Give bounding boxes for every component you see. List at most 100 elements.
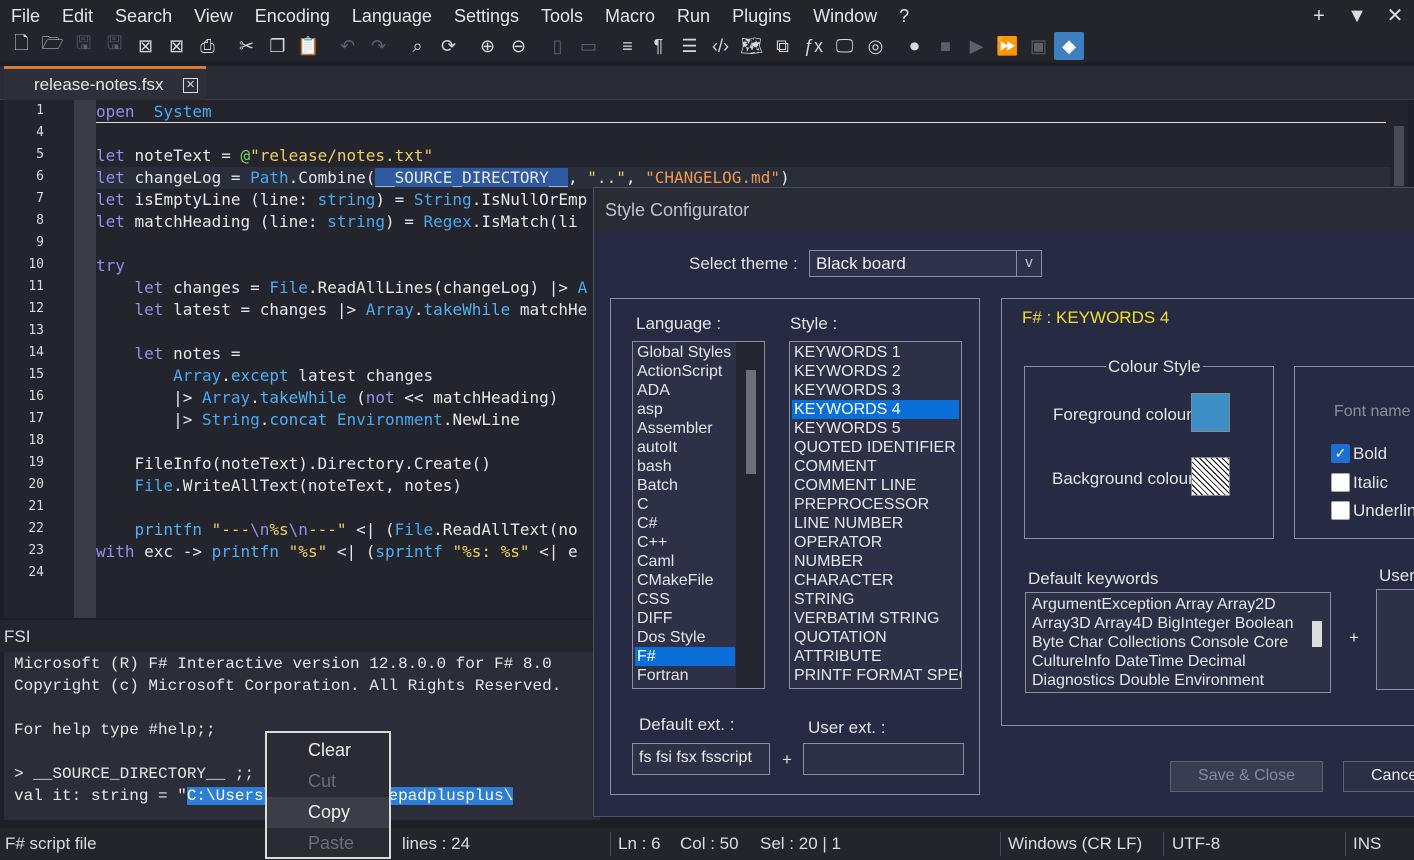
- xml-tag-icon[interactable]: ‹/›: [705, 32, 736, 60]
- language-list-item[interactable]: ActionScript: [635, 362, 735, 381]
- play-macro-icon[interactable]: ▶: [961, 32, 992, 60]
- record-macro-icon[interactable]: ⏺: [899, 32, 930, 60]
- context-menu-cut[interactable]: Cut: [267, 766, 389, 797]
- menu-item-edit[interactable]: Edit: [51, 0, 104, 32]
- style-list-item[interactable]: CHARACTER: [792, 571, 959, 590]
- new-file-icon[interactable]: 🗋: [6, 32, 37, 60]
- theme-select[interactable]: Black board v: [809, 250, 1042, 277]
- paste-icon[interactable]: 📋: [293, 32, 324, 60]
- language-list-item[interactable]: Batch: [635, 476, 735, 495]
- user-ext-field[interactable]: [803, 743, 964, 775]
- sync-horizontal-icon[interactable]: ▭: [573, 32, 604, 60]
- language-list-item[interactable]: DIFF: [635, 609, 735, 628]
- menu-item-language[interactable]: Language: [341, 0, 443, 32]
- language-list-item[interactable]: F#: [635, 647, 735, 666]
- stop-macro-icon[interactable]: ■: [930, 32, 961, 60]
- language-list-item[interactable]: ADA: [635, 381, 735, 400]
- open-file-icon[interactable]: 🗁: [37, 32, 68, 60]
- print-icon[interactable]: ⎙: [192, 32, 223, 60]
- save-macro-icon[interactable]: ▣: [1023, 32, 1054, 60]
- copy-icon[interactable]: ❐: [262, 32, 293, 60]
- bold-checkbox[interactable]: ✓: [1331, 444, 1350, 463]
- find-icon[interactable]: ⌕: [402, 32, 433, 60]
- language-list-item[interactable]: autoIt: [635, 438, 735, 457]
- menu-item-macro[interactable]: Macro: [594, 0, 666, 32]
- language-list-item[interactable]: Global Styles: [635, 343, 735, 362]
- style-list-item[interactable]: VERBATIM STRING: [792, 609, 959, 628]
- style-list-item[interactable]: PRINTF FORMAT SPEC: [792, 666, 961, 685]
- style-list-item[interactable]: QUOTED IDENTIFIER: [792, 438, 959, 457]
- tab-release-notes[interactable]: release-notes.fsx ✕: [4, 66, 206, 100]
- status-encoding[interactable]: UTF-8: [1172, 828, 1220, 860]
- close-icon[interactable]: ✕: [1376, 0, 1414, 32]
- chevron-down-icon[interactable]: ▼: [1338, 0, 1376, 32]
- style-list[interactable]: KEYWORDS 1 KEYWORDS 2 KEYWORDS 3 KEYWORDS 4…: [789, 341, 962, 689]
- language-list-item[interactable]: C++: [635, 533, 735, 552]
- menu-item-encoding[interactable]: Encoding: [244, 0, 341, 32]
- language-list-item[interactable]: C: [635, 495, 735, 514]
- menu-item-tools[interactable]: Tools: [530, 0, 594, 32]
- status-eol[interactable]: Windows (CR LF): [1008, 828, 1142, 860]
- scrollbar-thumb[interactable]: [1394, 126, 1404, 186]
- menu-item-window[interactable]: Window: [802, 0, 888, 32]
- replace-icon[interactable]: ⟳: [433, 32, 464, 60]
- zoom-in-icon[interactable]: ⊕: [472, 32, 503, 60]
- show-all-chars-icon[interactable]: ¶: [643, 32, 674, 60]
- context-menu-paste[interactable]: Paste: [267, 828, 389, 859]
- style-list-item[interactable]: ATTRIBUTE: [792, 647, 959, 666]
- redo-icon[interactable]: ↷: [363, 32, 394, 60]
- function-list-icon[interactable]: ƒx: [798, 32, 829, 60]
- menu-item-settings[interactable]: Settings: [443, 0, 530, 32]
- style-list-item[interactable]: KEYWORDS 1: [792, 343, 959, 362]
- undo-icon[interactable]: ↶: [332, 32, 363, 60]
- keywords-scrollbar[interactable]: [1304, 593, 1330, 692]
- style-list-item[interactable]: NUMBER: [792, 552, 959, 571]
- context-menu-copy[interactable]: Copy: [267, 797, 389, 828]
- language-list-item[interactable]: CMakeFile: [635, 571, 735, 590]
- close-icon[interactable]: ⊠: [130, 32, 161, 60]
- tab-close-icon[interactable]: ✕: [183, 78, 198, 93]
- menu-item-[interactable]: ?: [888, 0, 920, 32]
- menu-item-file[interactable]: File: [0, 0, 51, 32]
- style-list-item[interactable]: COMMENT: [792, 457, 959, 476]
- close-all-icon[interactable]: ⊠: [161, 32, 192, 60]
- cut-icon[interactable]: ✂: [231, 32, 262, 60]
- new-window-icon[interactable]: +: [1300, 0, 1338, 32]
- style-list-item[interactable]: STRING: [792, 590, 959, 609]
- scrollbar-thumb[interactable]: [746, 370, 756, 474]
- style-list-item[interactable]: KEYWORDS 4: [792, 400, 959, 419]
- document-map-icon[interactable]: 🗺: [736, 32, 767, 60]
- menu-item-view[interactable]: View: [183, 0, 244, 32]
- default-ext-field[interactable]: fs fsi fsx fsscript: [632, 743, 770, 775]
- save-close-button[interactable]: Save & Close: [1170, 761, 1323, 792]
- default-keywords-box[interactable]: Diagnostics Double Environment CultureInf…: [1025, 592, 1331, 693]
- save-icon[interactable]: 🖫: [68, 32, 99, 60]
- save-all-icon[interactable]: 🖫: [99, 32, 130, 60]
- user-keywords-field[interactable]: [1376, 589, 1414, 690]
- language-list-item[interactable]: Fortran: [635, 666, 735, 685]
- fsharp-plugin-icon[interactable]: ◆: [1054, 32, 1084, 60]
- sync-vertical-icon[interactable]: ▯: [542, 32, 573, 60]
- language-list-item[interactable]: Caml: [635, 552, 735, 571]
- language-list-item[interactable]: C#: [635, 514, 735, 533]
- word-wrap-icon[interactable]: ≡: [612, 32, 643, 60]
- style-list-item[interactable]: KEYWORDS 2: [792, 362, 959, 381]
- language-list-item[interactable]: bash: [635, 457, 735, 476]
- language-list-item[interactable]: asp: [635, 400, 735, 419]
- underline-checkbox[interactable]: [1331, 501, 1350, 520]
- language-list-item[interactable]: Dos Style: [635, 628, 735, 647]
- menu-item-search[interactable]: Search: [104, 0, 183, 32]
- style-list-item[interactable]: LINE NUMBER: [792, 514, 959, 533]
- chevron-down-icon[interactable]: v: [1016, 251, 1041, 276]
- style-list-item[interactable]: COMMENT LINE: [792, 476, 959, 495]
- document-list-icon[interactable]: ⧉: [767, 32, 798, 60]
- foreground-colour-swatch[interactable]: [1191, 393, 1230, 432]
- language-list-item[interactable]: CSS: [635, 590, 735, 609]
- cancel-button[interactable]: Cancel: [1343, 761, 1414, 792]
- zoom-out-icon[interactable]: ⊖: [503, 32, 534, 60]
- italic-checkbox[interactable]: [1331, 473, 1350, 492]
- style-list-item[interactable]: QUOTATION: [792, 628, 959, 647]
- indent-guide-icon[interactable]: ☰: [674, 32, 705, 60]
- menu-item-run[interactable]: Run: [666, 0, 721, 32]
- monitoring-icon[interactable]: ◎: [860, 32, 891, 60]
